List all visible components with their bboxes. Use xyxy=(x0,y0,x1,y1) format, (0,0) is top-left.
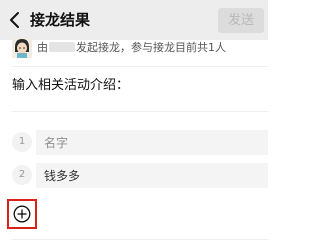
divider xyxy=(12,111,268,112)
activity-intro-heading[interactable]: 输入相关活动介绍： xyxy=(12,77,129,95)
send-button[interactable]: 发送 xyxy=(218,8,264,33)
entry-value-input[interactable] xyxy=(36,163,268,188)
entry-number-1: 1 xyxy=(12,132,32,152)
divider xyxy=(12,66,268,67)
entry-name-input[interactable] xyxy=(36,130,268,155)
back-chevron-icon[interactable] xyxy=(4,8,26,32)
plus-circle-icon[interactable] xyxy=(13,205,31,223)
entry-number-2: 2 xyxy=(12,165,32,185)
add-entry-highlight xyxy=(7,199,37,229)
top-bar: 接龙结果 发送 xyxy=(0,0,268,40)
avatar-icon xyxy=(12,38,32,58)
initiator-info: 由 发起接龙，参与接龙目前共1人 xyxy=(37,41,226,55)
info-text: 发起接龙，参与接龙目前共1人 xyxy=(76,41,226,54)
info-prefix: 由 xyxy=(37,41,48,54)
blurred-username xyxy=(49,42,75,52)
page-title: 接龙结果 xyxy=(30,11,91,29)
divider xyxy=(12,239,268,240)
